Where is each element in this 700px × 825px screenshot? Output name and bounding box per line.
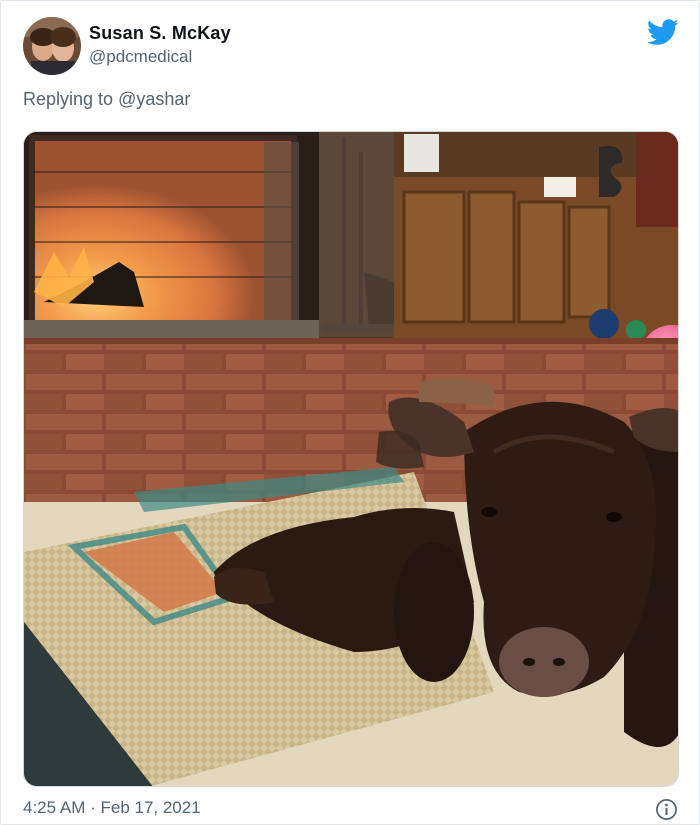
author-handle[interactable]: @pdcmedical [89, 47, 192, 67]
tweet-card: Susan S. McKay @pdcmedical Replying to @… [0, 0, 700, 825]
replying-to-mention[interactable]: @yashar [118, 89, 190, 109]
tweet-timestamp[interactable]: 4:25 AM · Feb 17, 2021 [23, 798, 201, 818]
author-name[interactable]: Susan S. McKay [89, 23, 231, 44]
avatar[interactable] [23, 17, 81, 75]
tweet-photo[interactable] [23, 131, 679, 787]
info-icon[interactable] [655, 798, 678, 821]
replying-to-line: Replying to @yashar [23, 89, 190, 110]
twitter-bird-icon[interactable] [647, 19, 679, 46]
replying-to-prefix: Replying to [23, 89, 119, 109]
